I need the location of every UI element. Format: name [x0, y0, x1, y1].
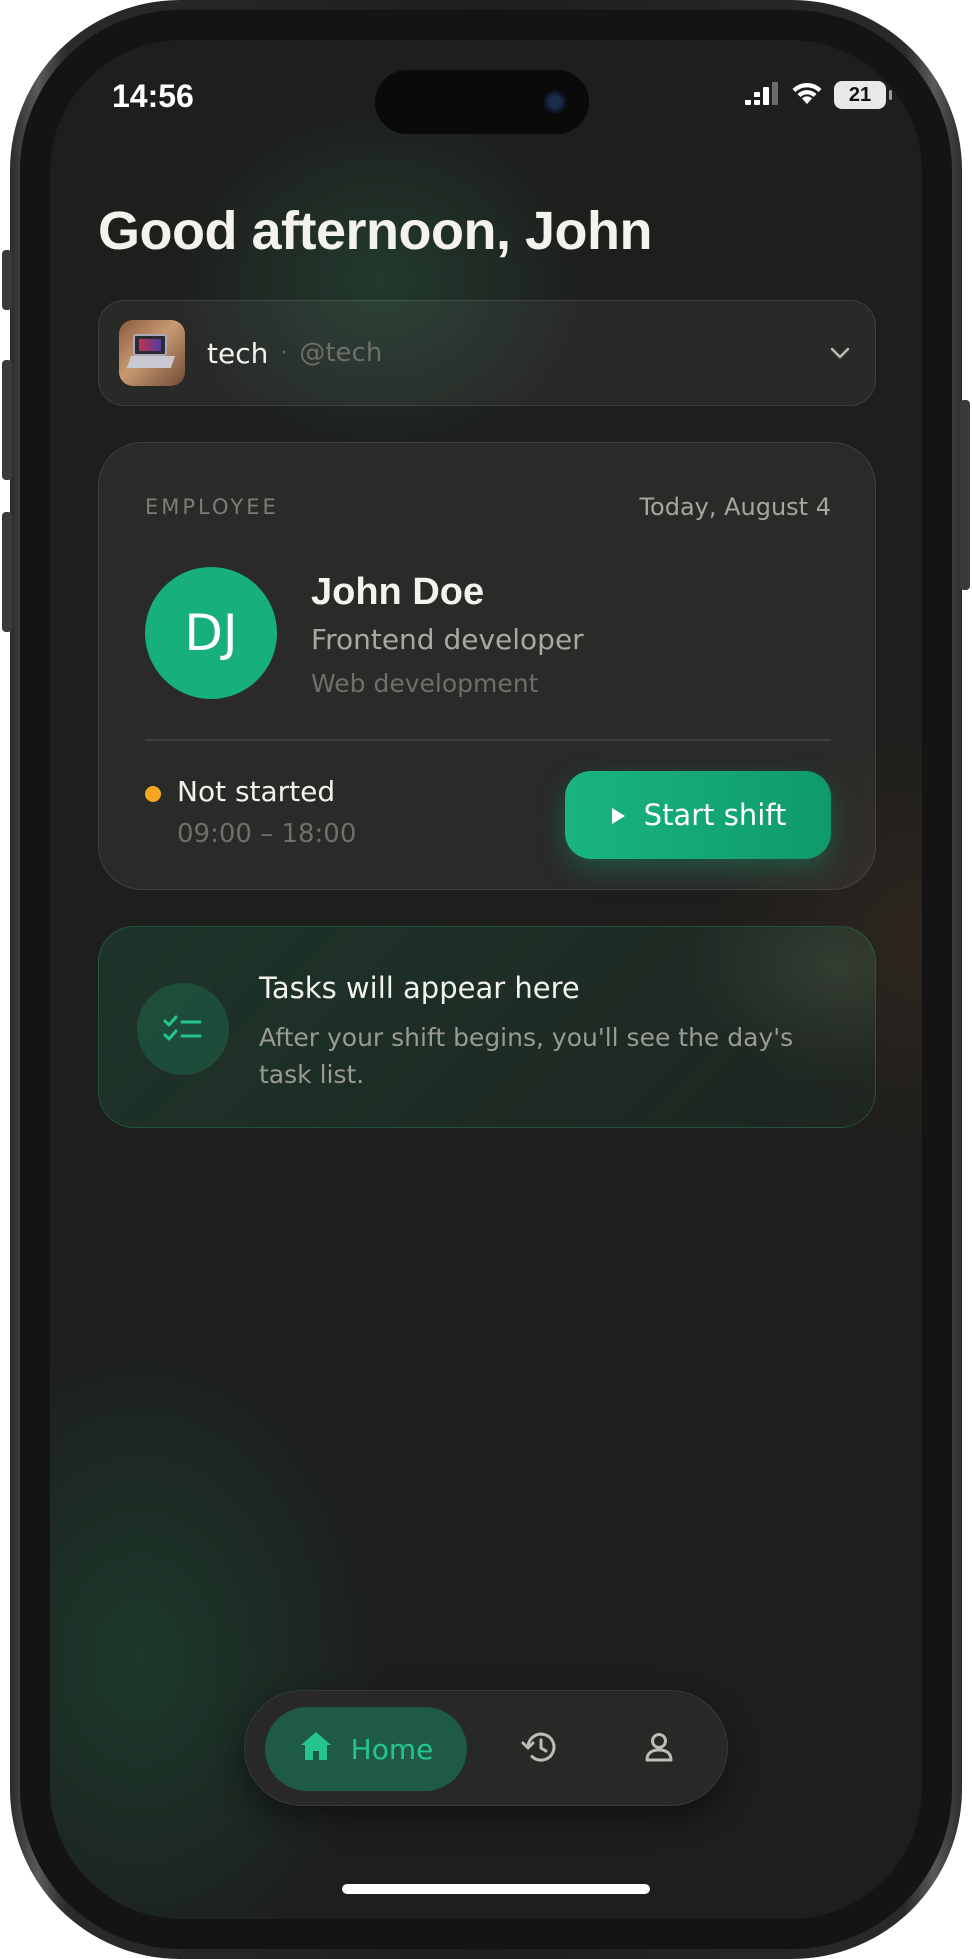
start-shift-button[interactable]: Start shift [565, 771, 831, 859]
bottom-nav: Home [244, 1690, 728, 1806]
employee-role-label: EMPLOYEE [145, 495, 279, 519]
avatar: DJ [145, 567, 277, 699]
shift-status-dot [145, 786, 161, 802]
start-shift-label: Start shift [643, 798, 787, 832]
phone-frame: 14:56 21 Good afternoon, John tech · @te… [2, 0, 970, 1959]
chevron-down-icon[interactable] [825, 338, 855, 368]
history-icon [520, 1729, 558, 1769]
cellular-signal-icon [744, 80, 780, 110]
profile-icon [643, 1731, 675, 1767]
front-camera [543, 90, 567, 114]
nav-home-label: Home [350, 1732, 434, 1766]
workspace-avatar [119, 320, 185, 386]
nav-history[interactable] [509, 1719, 569, 1779]
action-button [2, 250, 12, 310]
greeting-heading: Good afternoon, John [98, 201, 652, 261]
workspace-separator: · [280, 340, 288, 366]
status-time: 14:56 [112, 78, 194, 114]
volume-down-button [2, 512, 12, 632]
status-indicators: 21 [744, 80, 892, 110]
home-indicator[interactable] [342, 1884, 650, 1894]
tasks-placeholder-card: Tasks will appear here After your shift … [98, 926, 876, 1128]
current-date: Today, August 4 [639, 493, 831, 521]
employee-card: EMPLOYEE Today, August 4 DJ John Doe Fro… [98, 442, 876, 890]
nav-home[interactable]: Home [265, 1707, 467, 1791]
nav-profile[interactable] [629, 1719, 689, 1779]
tasks-title: Tasks will appear here [259, 971, 580, 1005]
employee-department: Web development [311, 669, 539, 698]
dynamic-island [375, 70, 589, 134]
volume-up-button [2, 360, 12, 480]
play-icon [610, 798, 626, 832]
employee-title: Frontend developer [311, 623, 584, 656]
task-list-icon [137, 983, 229, 1075]
tasks-subtitle: After your shift begins, you'll see the … [259, 1023, 794, 1089]
home-icon [299, 1730, 333, 1769]
workspace-handle: @tech [299, 338, 383, 368]
bezel: 14:56 21 Good afternoon, John tech · @te… [20, 10, 952, 1949]
card-divider [145, 739, 831, 741]
power-button [960, 400, 970, 590]
shift-hours: 09:00 – 18:00 [177, 819, 357, 849]
wifi-icon [790, 80, 824, 110]
shift-status: Not started [177, 775, 336, 808]
battery-indicator: 21 [834, 81, 892, 109]
workspace-name: tech [207, 336, 269, 370]
screen: 14:56 21 Good afternoon, John tech · @te… [50, 40, 922, 1919]
workspace-selector[interactable]: tech · @tech [98, 300, 876, 406]
employee-name: John Doe [311, 571, 485, 613]
